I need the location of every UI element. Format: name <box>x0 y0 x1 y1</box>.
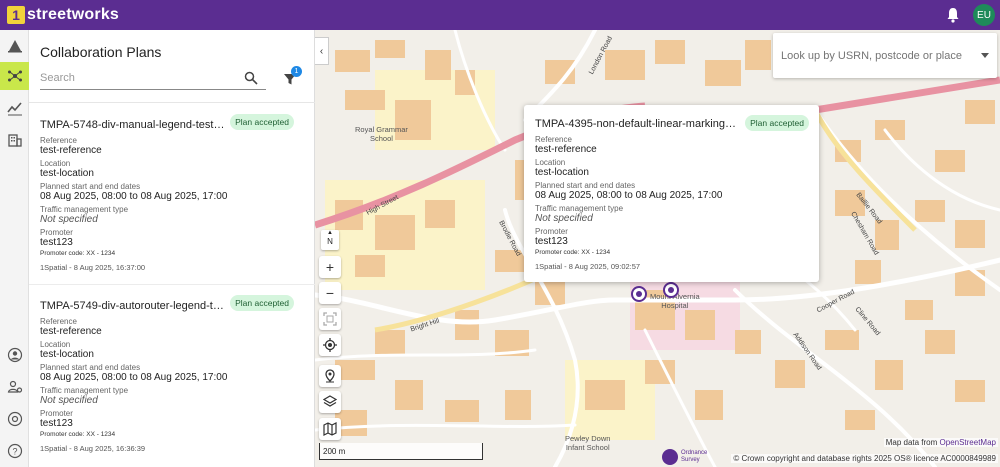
copyright-notice: © Crown copyright and database rights 20… <box>731 454 998 463</box>
promoter-label: Promoter <box>535 227 568 236</box>
openstreetmap-link[interactable]: OpenStreetMap <box>940 438 996 447</box>
plan-footer: 1Spatial - 8 Aug 2025, 16:37:00 <box>40 263 146 272</box>
north-arrow[interactable]: ▲ N <box>321 230 339 250</box>
rail-analytics-icon[interactable] <box>0 94 29 122</box>
reference-label: Reference <box>40 317 77 326</box>
traffic-label: Traffic management type <box>40 386 129 395</box>
rail-account-icon[interactable] <box>0 341 29 369</box>
reference-label: Reference <box>40 136 77 145</box>
rail-collaboration-icon[interactable] <box>0 62 29 90</box>
traffic-value: Not specified <box>40 395 98 406</box>
location-lookup[interactable] <box>773 33 997 78</box>
dates-value: 08 Aug 2025, 08:00 to 08 Aug 2025, 17:00 <box>535 190 723 201</box>
nav-rail: ? <box>0 30 29 467</box>
status-badge: Plan accepted <box>230 114 294 130</box>
crosshair-icon <box>323 338 337 352</box>
rail-help-icon[interactable]: ? <box>0 437 29 465</box>
search-input[interactable] <box>40 68 240 88</box>
promoter-value: test123 <box>40 237 73 248</box>
collaboration-plans-panel: Collaboration Plans 1 ▲ ▼ TMPA-5748-div-… <box>29 30 340 467</box>
popup-title: TMPA-4395-non-default-linear-markings-t.… <box>535 117 741 130</box>
plan-card[interactable]: TMPA-5749-div-autorouter-legend-tes... P… <box>40 295 298 453</box>
location-value: test-location <box>535 167 589 178</box>
place-label: Pewley Down Infant School <box>565 434 611 452</box>
basemap-button[interactable] <box>319 418 341 440</box>
rail-users-settings-icon[interactable] <box>0 373 29 401</box>
fit-bounds-icon <box>323 312 337 326</box>
rail-buildings-icon[interactable] <box>0 126 29 154</box>
divider <box>29 284 315 285</box>
chevron-down-icon[interactable] <box>981 53 989 58</box>
location-label: Location <box>535 158 566 167</box>
collapse-panel-button[interactable]: ‹ <box>315 37 329 65</box>
panel-title: Collaboration Plans <box>40 44 162 60</box>
search-box <box>40 68 266 90</box>
location-label: Location <box>40 340 71 349</box>
plan-popup[interactable]: TMPA-4395-non-default-linear-markings-t.… <box>524 105 819 282</box>
dates-value: 08 Aug 2025, 08:00 to 08 Aug 2025, 17:00 <box>40 372 228 383</box>
reference-label: Reference <box>535 135 572 144</box>
place-label: Royal Grammar School <box>355 125 408 143</box>
promoter-code: Promoter code: XX - 1234 <box>40 250 116 257</box>
plan-marker-icon[interactable] <box>631 286 647 302</box>
rail-roadworks-icon[interactable] <box>0 32 29 60</box>
dates-label: Planned start and end dates <box>535 181 636 190</box>
dates-value: 08 Aug 2025, 08:00 to 08 Aug 2025, 17:00 <box>40 191 228 202</box>
ordnance-survey-logo: Ordnance Survey <box>662 449 707 465</box>
user-avatar[interactable]: EU <box>973 4 995 26</box>
divider <box>29 102 315 103</box>
status-badge: Plan accepted <box>745 115 809 131</box>
my-location-button[interactable] <box>319 334 341 356</box>
location-value: test-location <box>40 168 94 179</box>
plan-footer: 1Spatial - 8 Aug 2025, 16:36:39 <box>40 444 146 453</box>
promoter-label: Promoter <box>40 409 73 418</box>
drop-pin-button[interactable] <box>319 365 341 387</box>
search-icon[interactable] <box>244 71 258 85</box>
traffic-label: Traffic management type <box>40 205 129 214</box>
dates-label: Planned start and end dates <box>40 182 141 191</box>
logo-mark: 1 <box>7 6 25 24</box>
promoter-value: test123 <box>535 236 568 247</box>
os-logo-icon <box>662 449 678 465</box>
svg-text:?: ? <box>12 447 17 457</box>
zoom-out-button[interactable]: − <box>319 282 341 304</box>
promoter-value: test123 <box>40 418 73 429</box>
location-label: Location <box>40 159 71 168</box>
reference-value: test-reference <box>535 144 597 155</box>
promoter-code: Promoter code: XX - 1234 <box>535 249 611 256</box>
traffic-value: Not specified <box>40 214 98 225</box>
scale-bar: 200 m <box>319 443 483 460</box>
layers-icon <box>323 395 337 407</box>
map-icon <box>323 422 337 436</box>
popup-footer: 1Spatial - 8 Aug 2025, 09:02:57 <box>535 262 641 271</box>
reference-value: test-reference <box>40 326 102 337</box>
map-view[interactable]: ‹ Royal Grammar School Mount Alvernia Hosp… <box>315 30 1000 467</box>
promoter-label: Promoter <box>40 228 73 237</box>
plan-title: TMPA-5749-div-autorouter-legend-tes... <box>40 299 226 312</box>
plan-title: TMPA-5748-div-manual-legend-test-2... <box>40 118 226 131</box>
rail-support-icon[interactable] <box>0 405 29 433</box>
top-bar: 1 streetworks EU <box>0 0 1000 30</box>
filter-count-badge: 1 <box>291 66 302 77</box>
plan-marker-icon[interactable] <box>663 282 679 298</box>
traffic-label: Traffic management type <box>535 204 624 213</box>
notifications-bell-icon[interactable] <box>946 7 960 23</box>
logo-text: streetworks <box>27 6 120 23</box>
lookup-input[interactable] <box>781 50 976 62</box>
fit-bounds-button[interactable] <box>319 308 341 330</box>
status-badge: Plan accepted <box>230 295 294 311</box>
app-logo[interactable]: 1 streetworks <box>7 6 119 24</box>
location-pin-icon <box>325 369 335 383</box>
traffic-value: Not specified <box>535 213 593 224</box>
plan-card[interactable]: TMPA-5748-div-manual-legend-test-2... Pl… <box>40 114 298 272</box>
promoter-code: Promoter code: XX - 1234 <box>40 431 116 438</box>
zoom-in-button[interactable]: + <box>319 256 341 278</box>
dates-label: Planned start and end dates <box>40 363 141 372</box>
location-value: test-location <box>40 349 94 360</box>
map-attribution: Map data from OpenStreetMap <box>883 438 998 447</box>
layers-button[interactable] <box>319 391 341 413</box>
reference-value: test-reference <box>40 145 102 156</box>
